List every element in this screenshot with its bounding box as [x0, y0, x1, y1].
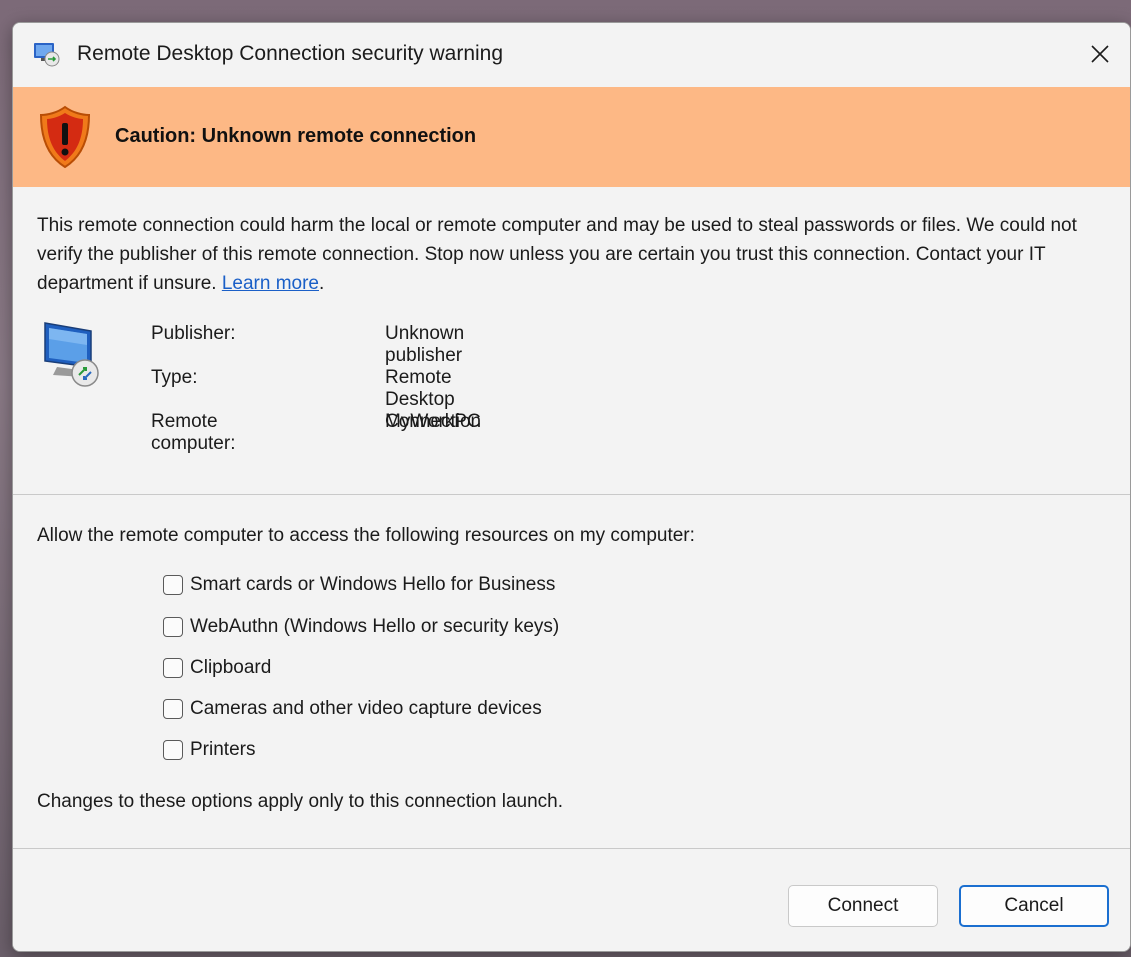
- remote-computer-value: MyWorkPC: [385, 411, 481, 432]
- type-label: Type:: [151, 367, 198, 388]
- security-warning-dialog: Remote Desktop Connection security warni…: [12, 22, 1131, 952]
- option-webauthn[interactable]: WebAuthn (Windows Hello or security keys…: [163, 613, 559, 641]
- warning-trailing: .: [319, 273, 325, 294]
- resources-prompt: Allow the remote computer to access the …: [37, 525, 695, 546]
- window-title: Remote Desktop Connection security warni…: [77, 42, 504, 65]
- option-label: Smart cards or Windows Hello for Busines…: [190, 574, 556, 595]
- checkbox[interactable]: [163, 699, 183, 719]
- remote-computer-icon: [44, 322, 99, 387]
- changes-note: Changes to these options apply only to t…: [37, 791, 564, 812]
- divider: [13, 494, 1130, 495]
- caution-heading: Caution: Unknown remote connection: [115, 125, 477, 147]
- warning-shield-icon: [39, 105, 91, 169]
- caution-banner: Caution: Unknown remote connection: [13, 87, 1130, 187]
- remote-computer-label: Remote computer:: [151, 411, 236, 454]
- publisher-value: Unknown publisher: [385, 323, 465, 366]
- checkbox[interactable]: [163, 740, 183, 760]
- checkbox[interactable]: [163, 658, 183, 678]
- option-label: Cameras and other video capture devices: [190, 698, 542, 719]
- option-label: Printers: [190, 739, 256, 760]
- dialog-footer: Connect Cancel: [13, 849, 1130, 951]
- checkbox[interactable]: [163, 575, 183, 595]
- option-printers[interactable]: Printers: [163, 736, 255, 764]
- close-icon: [1091, 45, 1109, 63]
- option-clipboard[interactable]: Clipboard: [163, 654, 271, 682]
- warning-body: This remote connection could harm the lo…: [37, 215, 1077, 294]
- title-bar: Remote Desktop Connection security warni…: [13, 23, 1130, 87]
- learn-more-link[interactable]: Learn more: [222, 273, 319, 294]
- warning-message: This remote connection could harm the lo…: [37, 211, 1097, 298]
- close-button[interactable]: [1070, 23, 1130, 85]
- publisher-label: Publisher:: [151, 323, 236, 344]
- option-smart-cards[interactable]: Smart cards or Windows Hello for Busines…: [163, 571, 555, 599]
- cancel-button[interactable]: Cancel: [959, 885, 1109, 927]
- option-label: WebAuthn (Windows Hello or security keys…: [190, 616, 560, 637]
- checkbox[interactable]: [163, 617, 183, 637]
- option-label: Clipboard: [190, 657, 272, 678]
- connect-button[interactable]: Connect: [788, 885, 938, 927]
- remote-desktop-icon: [34, 43, 60, 67]
- option-cameras[interactable]: Cameras and other video capture devices: [163, 695, 542, 723]
